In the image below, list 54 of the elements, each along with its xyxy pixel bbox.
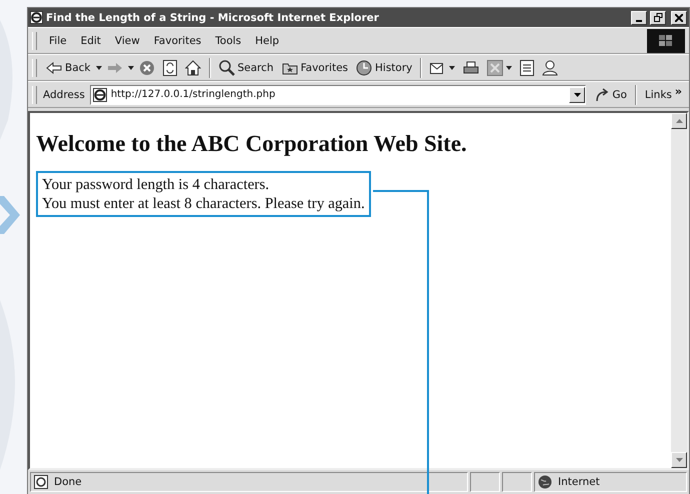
windows-logo <box>647 28 685 52</box>
message-line: You must enter at least 8 characters. Please try again. <box>42 194 365 213</box>
status-text: Done <box>54 476 82 488</box>
status-pane <box>470 472 500 492</box>
address-value: http://127.0.0.1/stringlength.php <box>110 89 276 100</box>
menu-item[interactable]: Favorites <box>148 32 208 48</box>
document-icon <box>520 60 534 76</box>
history-button[interactable]: History <box>353 58 416 78</box>
folder-star-icon <box>282 60 298 74</box>
page-heading: Welcome to the ABC Corporation Web Site. <box>36 131 467 157</box>
caret-icon <box>574 92 581 96</box>
minimize-icon <box>636 20 642 22</box>
address-field[interactable]: http://127.0.0.1/stringlength.php <box>90 84 586 104</box>
menu-item[interactable]: Edit <box>74 32 107 48</box>
down-arrow-icon <box>676 458 682 462</box>
links-button[interactable]: Links » <box>642 86 685 102</box>
restore-button[interactable] <box>650 10 666 24</box>
address-label: Address <box>43 88 85 100</box>
status-pane <box>502 472 532 492</box>
dropdown-button[interactable] <box>569 86 586 102</box>
search-icon <box>218 60 234 76</box>
scroll-bar[interactable] <box>671 113 687 468</box>
restore-icon <box>654 13 662 22</box>
minimize-button[interactable] <box>631 10 647 24</box>
caret-icon <box>506 66 512 70</box>
globe-icon <box>538 475 552 489</box>
zone-text: Internet <box>558 476 600 488</box>
search-button[interactable]: Search <box>216 58 277 78</box>
refresh-icon <box>162 60 176 76</box>
person-icon <box>542 60 558 76</box>
scroll-up-button[interactable] <box>671 113 687 129</box>
window-title: Find the Length of a String - Microsoft Internet Explorer <box>46 12 380 24</box>
favorites-button[interactable]: Favorites <box>278 58 352 76</box>
menu-item[interactable]: File <box>43 32 73 48</box>
stop-icon <box>138 60 154 76</box>
menu-item[interactable]: View <box>108 32 146 48</box>
scroll-down-button[interactable] <box>671 452 687 468</box>
message-line: Your password length is 4 characters. <box>42 175 270 194</box>
go-button[interactable]: Go <box>592 86 630 104</box>
page-icon <box>34 475 48 489</box>
close-button[interactable] <box>671 10 687 24</box>
printer-icon <box>463 60 480 74</box>
close-icon <box>675 14 683 22</box>
caret-icon <box>96 66 102 70</box>
caret-icon <box>449 66 456 70</box>
menu-item[interactable]: Tools <box>209 32 248 48</box>
menu-item[interactable]: Help <box>249 32 286 48</box>
home-icon <box>184 60 200 76</box>
back-arrow-icon <box>46 62 62 74</box>
up-arrow-icon <box>676 119 682 123</box>
back-button[interactable]: Back <box>43 60 94 76</box>
go-arrow-icon <box>595 88 610 102</box>
forward-arrow-icon <box>106 62 122 74</box>
caret-icon <box>128 66 134 70</box>
